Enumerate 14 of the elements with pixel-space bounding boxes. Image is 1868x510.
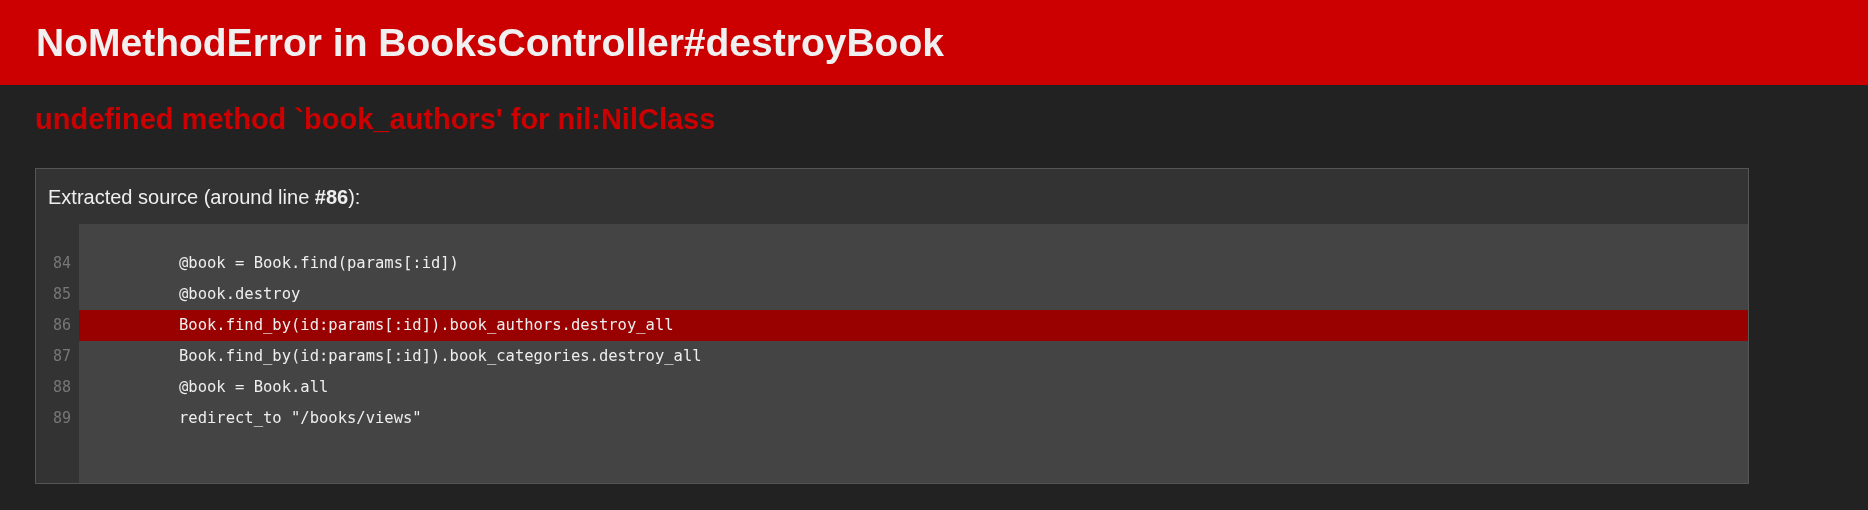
error-title: NoMethodError in BooksController#destroyBook xyxy=(36,20,944,65)
code-line: @book = Book.find(params[:id]) xyxy=(178,253,460,274)
line-number: 88 xyxy=(51,377,72,398)
line-number: 86 xyxy=(51,315,72,336)
code-line: Book.find_by(id:params[:id]).book_categories.destroy_all xyxy=(178,346,703,367)
line-number: 85 xyxy=(51,284,72,305)
source-title: Extracted source (around line #86): xyxy=(47,185,362,210)
line-number: 84 xyxy=(51,253,72,274)
error-message: undefined method `book_authors' for nil:NilClass xyxy=(35,103,717,137)
line-number: 87 xyxy=(51,346,72,367)
line-number: 89 xyxy=(51,408,72,429)
code-line: redirect_to "/books/views" xyxy=(178,408,423,429)
code-line: @book = Book.all xyxy=(178,377,330,398)
code-line: @book.destroy xyxy=(178,284,302,305)
